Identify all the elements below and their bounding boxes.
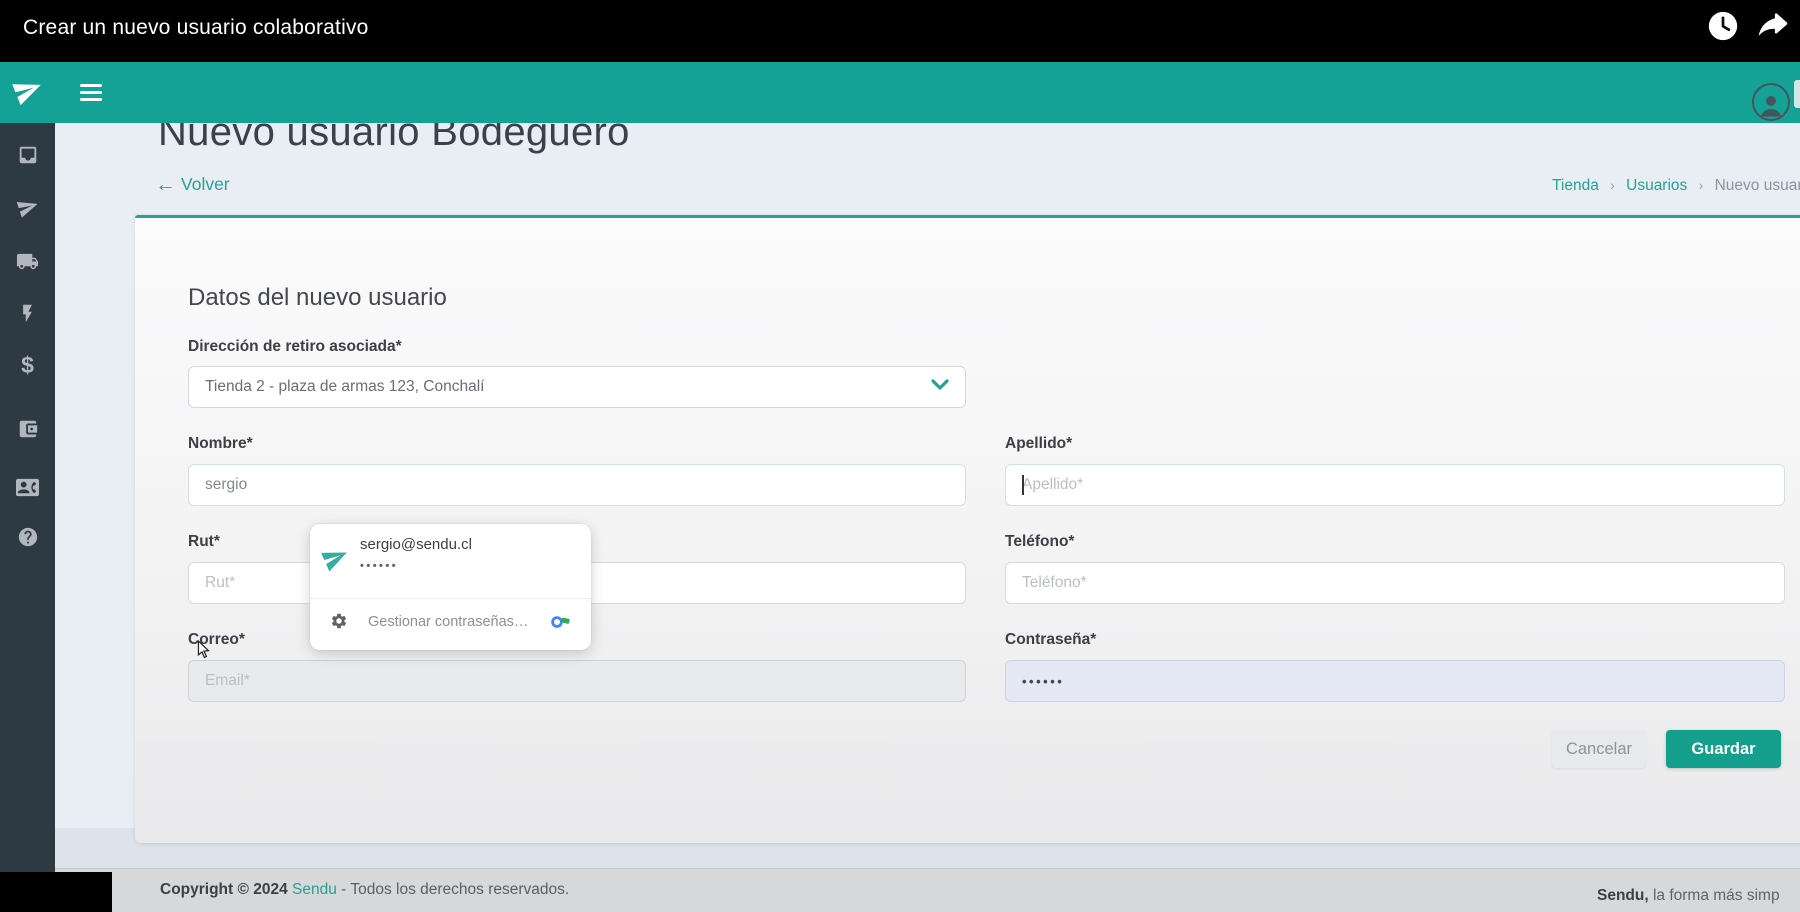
copyright-text: Copyright © 2024 Sendu - Todos los derec… <box>160 881 569 899</box>
sidebar-item-shipping[interactable] <box>0 239 55 283</box>
contacts-card-icon <box>16 478 39 496</box>
correo-input[interactable] <box>188 660 966 702</box>
sendu-plane-favicon-icon <box>321 544 349 576</box>
tagline-rest: la forma más simp <box>1648 887 1780 904</box>
chevron-down-icon <box>931 378 949 396</box>
sidebar-item-wallet[interactable] <box>0 407 55 451</box>
user-avatar[interactable] <box>1752 83 1790 121</box>
breadcrumb-separator: › <box>1698 177 1704 193</box>
dollar-icon: $ <box>21 351 34 378</box>
tagline-brand: Sendu, <box>1597 887 1649 904</box>
back-link-label: Volver <box>181 174 230 194</box>
breadcrumb-usuarios[interactable]: Usuarios <box>1626 177 1687 194</box>
watch-later-clock-icon[interactable] <box>1706 9 1740 43</box>
footer: Copyright © 2024 Sendu - Todos los derec… <box>55 868 1800 912</box>
app-header <box>0 62 1800 123</box>
footer-brand-link[interactable]: Sendu <box>292 881 337 898</box>
sidebar-item-help[interactable] <box>0 515 55 559</box>
manage-passwords-label: Gestionar contraseñas… <box>368 614 529 630</box>
contrasena-input[interactable] <box>1005 660 1785 702</box>
header-edge-panel <box>1794 80 1800 108</box>
cancel-button[interactable]: Cancelar <box>1552 730 1646 768</box>
direccion-selected-value: Tienda 2 - plaza de armas 123, Conchalí <box>205 378 485 395</box>
nombre-input[interactable] <box>188 464 966 506</box>
password-autofill-popup: sergio@sendu.cl •••••• Gestionar contras… <box>310 524 591 650</box>
form-section-title: Datos del nuevo usuario <box>188 284 447 311</box>
screen: Crear un nuevo usuario colaborativo $ Nu… <box>0 0 1800 912</box>
autofill-password-dots: •••••• <box>360 560 399 572</box>
google-password-key-icon <box>550 612 572 635</box>
send-plane-icon <box>16 201 38 218</box>
menu-toggle-button[interactable] <box>80 84 102 101</box>
video-title: Crear un nuevo usuario colaborativo <box>23 16 369 39</box>
video-overlay-bar: Crear un nuevo usuario colaborativo <box>0 0 1800 62</box>
sidebar-item-quick[interactable] <box>0 291 55 335</box>
settings-gear-icon <box>330 612 348 635</box>
help-circle-icon <box>18 527 37 547</box>
paper-plane-logo-icon <box>11 75 43 110</box>
apellido-input[interactable] <box>1005 464 1785 506</box>
telefono-input[interactable] <box>1005 562 1785 604</box>
footer-tagline: Sendu, la forma más simp <box>1597 887 1800 905</box>
person-icon <box>1761 96 1781 117</box>
share-arrow-icon[interactable] <box>1754 9 1788 43</box>
direccion-label: Dirección de retiro asociada* <box>188 338 402 355</box>
bolt-icon <box>23 304 32 322</box>
breadcrumb: Tienda › Usuarios › Nuevo usuari <box>1552 177 1800 199</box>
apellido-label: Apellido* <box>1005 435 1073 452</box>
breadcrumb-separator: › <box>1610 177 1615 193</box>
back-arrow-icon: ← <box>155 173 176 196</box>
video-letterbox-corner <box>0 872 112 912</box>
breadcrumb-current: Nuevo usuari <box>1714 177 1800 194</box>
mouse-cursor-icon <box>196 639 212 665</box>
truck-icon <box>16 253 39 269</box>
sidebar-item-inbox[interactable] <box>0 133 55 177</box>
sidebar-item-send[interactable] <box>0 185 55 229</box>
back-link[interactable]: ← Volver <box>155 174 230 195</box>
sidebar-item-payments[interactable]: $ <box>0 343 55 387</box>
copyright-bold: Copyright © 2024 <box>160 881 288 898</box>
copyright-rest: - Todos los derechos reservados. <box>336 881 570 898</box>
direccion-select[interactable]: Tienda 2 - plaza de armas 123, Conchalí <box>188 366 966 408</box>
autofill-email: sergio@sendu.cl <box>360 536 472 553</box>
breadcrumb-tienda[interactable]: Tienda <box>1552 177 1599 194</box>
sendu-logo[interactable] <box>0 62 55 123</box>
wallet-icon <box>19 420 37 438</box>
rut-label: Rut* <box>188 533 220 550</box>
save-button[interactable]: Guardar <box>1666 730 1781 768</box>
inbox-box-icon <box>19 146 36 164</box>
text-caret <box>1022 475 1024 495</box>
contrasena-label: Contraseña* <box>1005 631 1097 648</box>
sidebar-item-contacts[interactable] <box>0 465 55 509</box>
nombre-label: Nombre* <box>188 435 253 452</box>
telefono-label: Teléfono* <box>1005 533 1075 550</box>
sidebar: $ <box>0 123 55 878</box>
